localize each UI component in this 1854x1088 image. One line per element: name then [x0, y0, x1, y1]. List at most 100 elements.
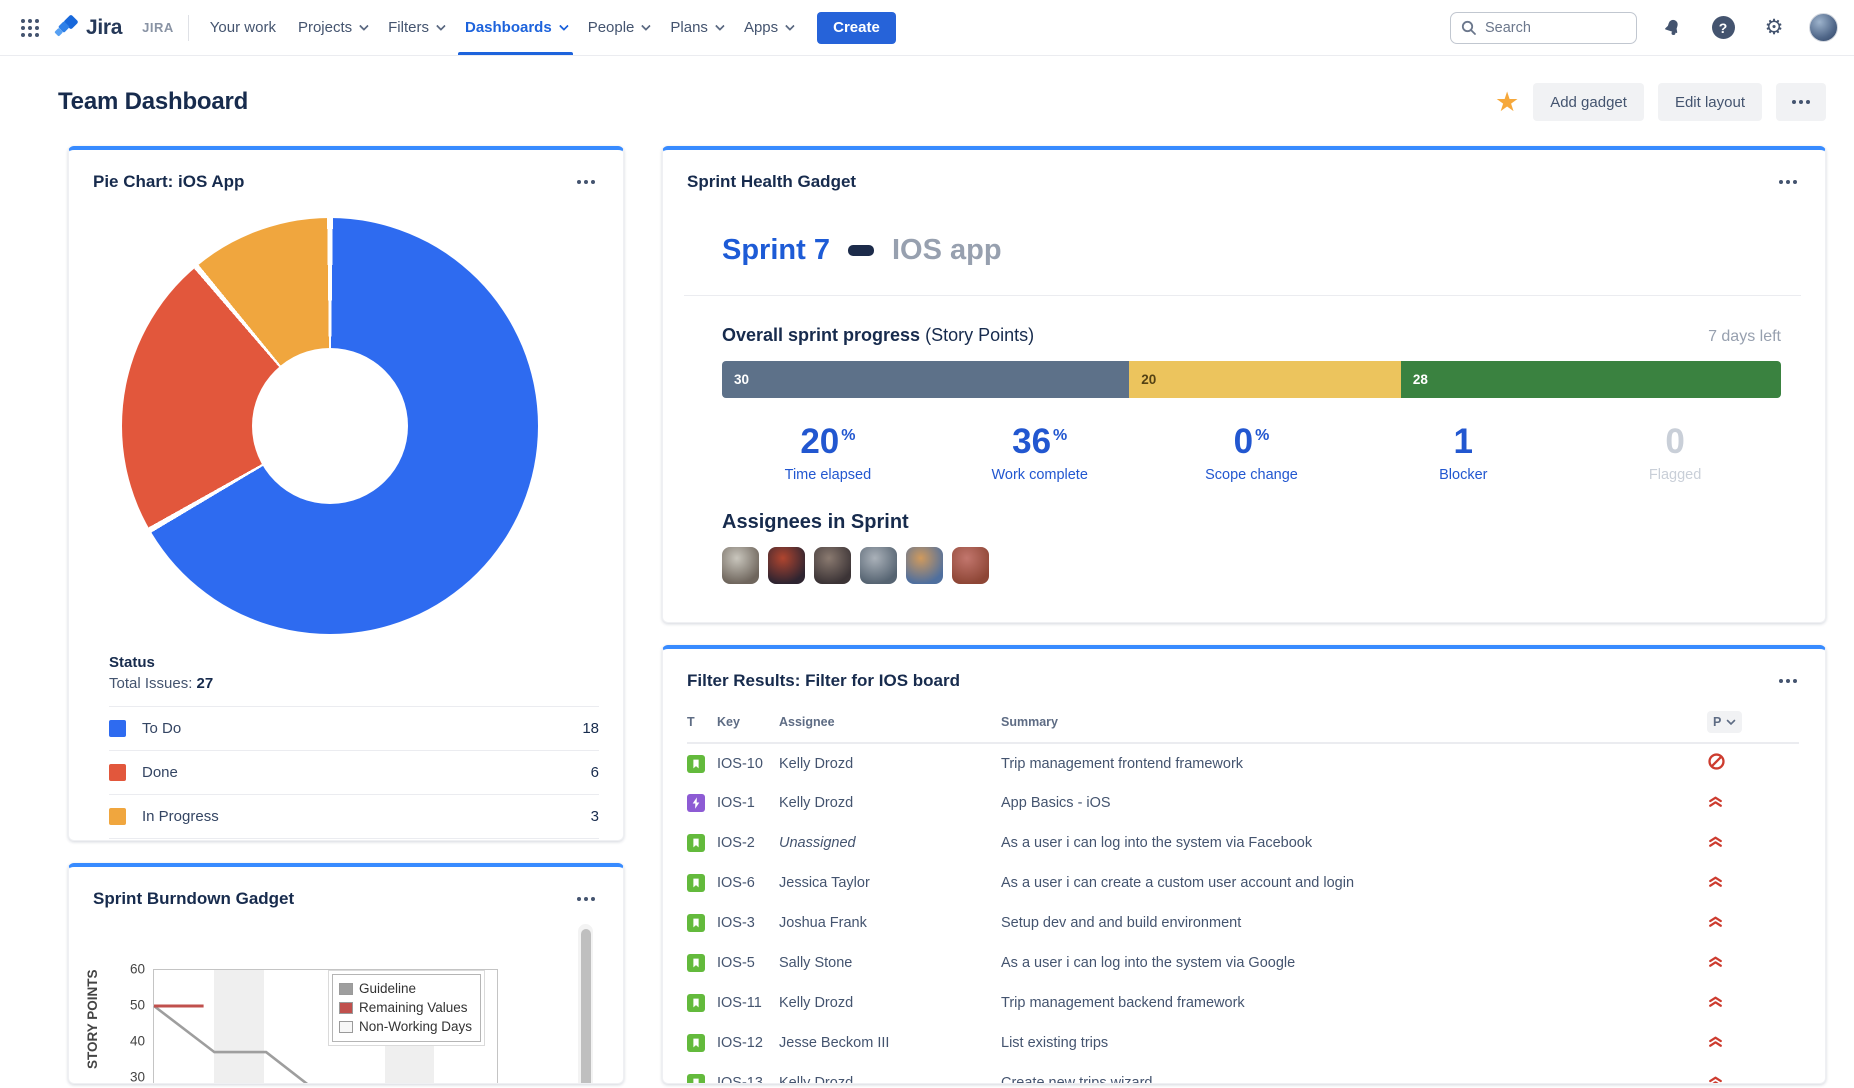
issue-summary[interactable]: App Basics - iOS [1001, 783, 1707, 823]
page-title: Team Dashboard [58, 88, 248, 116]
progress-subtitle: (Story Points) [920, 325, 1034, 345]
issue-key[interactable]: IOS-12 [717, 1023, 779, 1063]
site-label: JIRA [142, 20, 174, 35]
issue-row[interactable]: IOS-2 Unassigned As a user i can log int… [687, 823, 1799, 863]
nav-item-dashboards[interactable]: Dashboards [454, 0, 577, 55]
notifications-button[interactable] [1656, 12, 1688, 44]
stat-work-complete: 36% Work complete [934, 422, 1146, 483]
nav-divider [188, 15, 189, 41]
jira-logo[interactable]: Jira [54, 15, 122, 40]
issue-key[interactable]: IOS-6 [717, 863, 779, 903]
nav-item-projects[interactable]: Projects [287, 0, 377, 55]
nav-item-filters[interactable]: Filters [377, 0, 454, 55]
issue-key[interactable]: IOS-5 [717, 943, 779, 983]
col-assignee[interactable]: Assignee [779, 705, 1001, 743]
pie-legend: To Do 18 Done 6 In Progress 3 [109, 706, 599, 839]
issue-key[interactable]: IOS-13 [717, 1063, 779, 1084]
assignee-avatar-2[interactable] [768, 547, 805, 584]
sprint-gadget-more-icon[interactable] [1779, 180, 1797, 184]
dashboard-main: Team Dashboard ★ Add gadget Edit layout … [0, 56, 1854, 1084]
assignee-avatar-1[interactable] [722, 547, 759, 584]
filter-gadget-more-icon[interactable] [1779, 679, 1797, 683]
favorite-star-icon[interactable]: ★ [1495, 89, 1519, 116]
dashboard-more-button[interactable] [1776, 83, 1826, 121]
issue-assignee: Kelly Drozd [779, 983, 1001, 1023]
priority-highest-icon [1707, 833, 1724, 850]
add-gadget-button[interactable]: Add gadget [1533, 83, 1644, 121]
progress-segment: 20 [1129, 361, 1401, 398]
app-switcher-button[interactable] [14, 12, 46, 44]
col-priority[interactable]: P [1707, 705, 1799, 743]
issue-summary[interactable]: Trip management frontend framework [1001, 743, 1707, 783]
progress-segment: 28 [1401, 361, 1781, 398]
search-input[interactable] [1485, 20, 1615, 36]
assignee-avatar-4[interactable] [860, 547, 897, 584]
issue-row[interactable]: IOS-3 Joshua Frank Setup dev and and bui… [687, 903, 1799, 943]
issue-summary[interactable]: Create new trips wizard [1001, 1063, 1707, 1084]
burndown-gadget-more-icon[interactable] [577, 897, 595, 901]
assignee-avatar-3[interactable] [814, 547, 851, 584]
issue-key[interactable]: IOS-1 [717, 783, 779, 823]
col-summary[interactable]: Summary [1001, 705, 1707, 743]
col-key[interactable]: Key [717, 705, 779, 743]
profile-avatar[interactable] [1809, 13, 1838, 42]
col-type[interactable]: T [687, 705, 717, 743]
table-header-row: T Key Assignee Summary P [687, 705, 1799, 743]
nav-item-people[interactable]: People [577, 0, 660, 55]
issue-key[interactable]: IOS-2 [717, 823, 779, 863]
issue-row[interactable]: IOS-5 Sally Stone As a user i can log in… [687, 943, 1799, 983]
priority-highest-icon [1707, 793, 1724, 810]
issue-summary[interactable]: As a user i can create a custom user acc… [1001, 863, 1707, 903]
settings-button[interactable]: ⚙ [1758, 12, 1790, 44]
issue-row[interactable]: IOS-13 Kelly Drozd Create new trips wiza… [687, 1063, 1799, 1084]
issue-row[interactable]: IOS-11 Kelly Drozd Trip management backe… [687, 983, 1799, 1023]
more-icon [1792, 100, 1810, 104]
issue-key[interactable]: IOS-11 [717, 983, 779, 1023]
pie-section-label: Status [109, 654, 599, 671]
issue-key[interactable]: IOS-3 [717, 903, 779, 943]
burndown-chart: STORY POINTS6050403020100 Guideline Rema… [69, 919, 623, 1084]
burndown-plot: Guideline Remaining Values Non-Working D… [153, 969, 498, 1084]
legend-swatch [109, 720, 126, 737]
status-donut-chart[interactable] [122, 218, 538, 634]
legend-item[interactable]: To Do 18 [109, 707, 599, 751]
sprint-health-gadget: Sprint Health Gadget Sprint 7 IOS app Ov… [662, 146, 1826, 623]
search-box[interactable] [1450, 12, 1637, 44]
legend-item[interactable]: Done 6 [109, 751, 599, 795]
issue-summary[interactable]: List existing trips [1001, 1023, 1707, 1063]
issue-summary[interactable]: Trip management backend framework [1001, 983, 1707, 1023]
help-button[interactable]: ? [1707, 12, 1739, 44]
edit-layout-button[interactable]: Edit layout [1658, 83, 1762, 121]
priority-blocked-icon [1707, 752, 1726, 771]
issue-summary[interactable]: As a user i can log into the system via … [1001, 943, 1707, 983]
priority-highest-icon [1707, 913, 1724, 930]
issue-key[interactable]: IOS-10 [717, 743, 779, 783]
issue-row[interactable]: IOS-6 Jessica Taylor As a user i can cre… [687, 863, 1799, 903]
create-button[interactable]: Create [817, 12, 896, 44]
divider [684, 295, 1801, 296]
progress-segment: 30 [722, 361, 1129, 398]
issue-row[interactable]: IOS-10 Kelly Drozd Trip management front… [687, 743, 1799, 783]
stat-scope-change: 0% Scope change [1146, 422, 1358, 483]
assignee-avatar-5[interactable] [906, 547, 943, 584]
issue-summary[interactable]: Setup dev and and build environment [1001, 903, 1707, 943]
nav-item-apps[interactable]: Apps [733, 0, 803, 55]
nav-item-plans[interactable]: Plans [659, 0, 733, 55]
priority-highest-icon [1707, 1033, 1724, 1050]
issue-row[interactable]: IOS-1 Kelly Drozd App Basics - iOS [687, 783, 1799, 823]
pie-gadget-more-icon[interactable] [577, 180, 595, 184]
story-icon [687, 874, 705, 892]
issue-assignee: Kelly Drozd [779, 783, 1001, 823]
burndown-scrollbar[interactable] [578, 924, 593, 1084]
issue-row[interactable]: IOS-12 Jesse Beckom III List existing tr… [687, 1023, 1799, 1063]
scrollbar-thumb[interactable] [581, 929, 591, 1084]
sprint-name[interactable]: Sprint 7 [722, 234, 830, 267]
stat-blocker: 1 Blocker [1357, 422, 1569, 483]
assignee-avatar-6[interactable] [952, 547, 989, 584]
issue-summary[interactable]: As a user i can log into the system via … [1001, 823, 1707, 863]
story-icon [687, 954, 705, 972]
primary-nav: Your workProjectsFiltersDashboardsPeople… [199, 0, 803, 55]
nav-item-your-work[interactable]: Your work [199, 0, 287, 55]
legend-item[interactable]: In Progress 3 [109, 795, 599, 839]
legend-swatch [109, 764, 126, 781]
